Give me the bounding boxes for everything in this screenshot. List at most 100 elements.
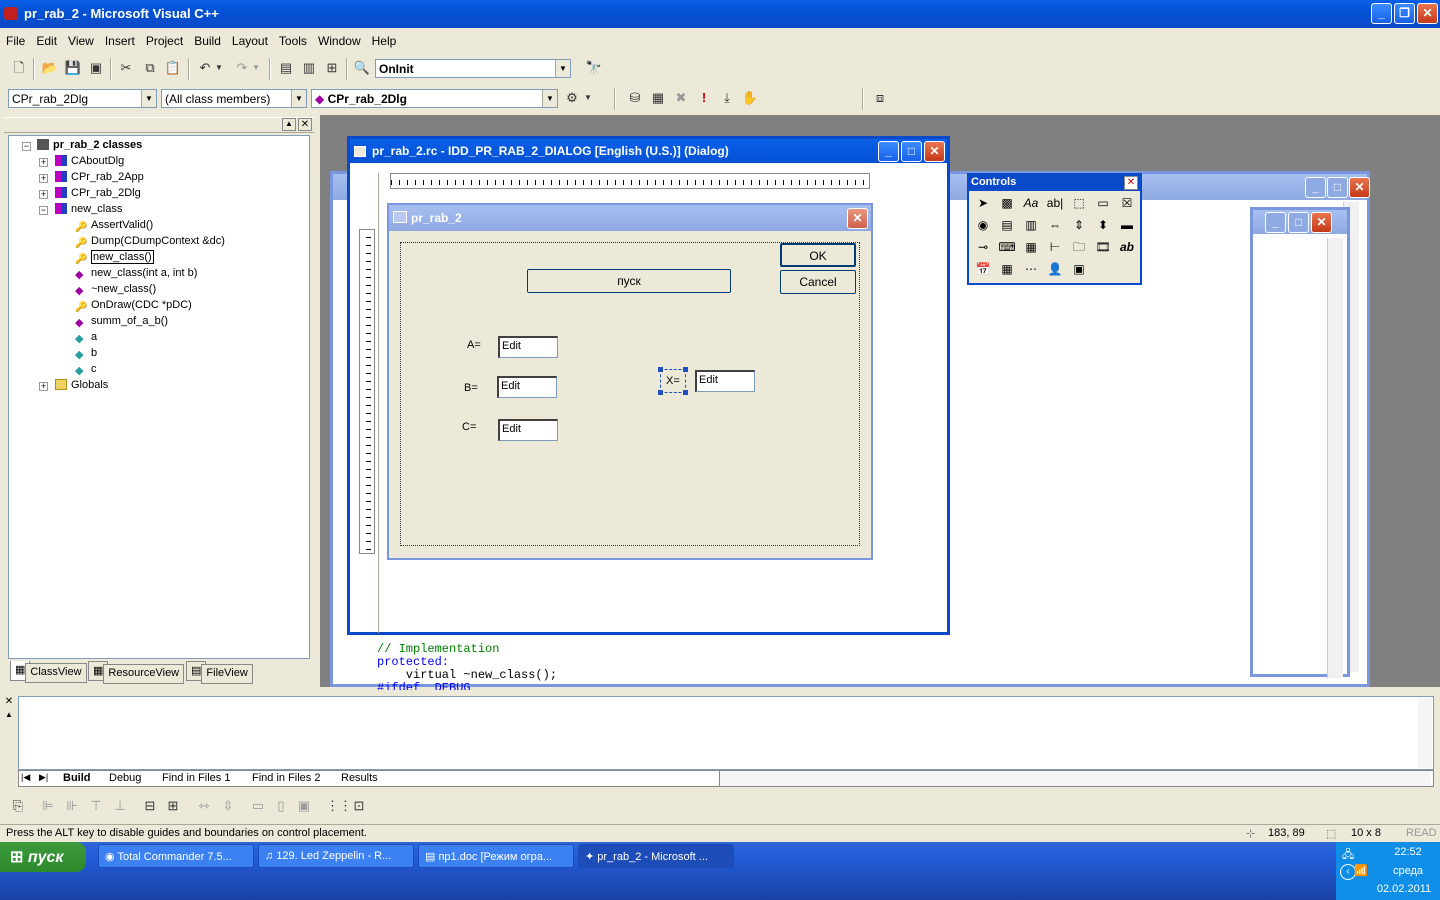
hotkey-icon[interactable]: ⌨ <box>997 237 1017 257</box>
month-calendar-icon[interactable]: ▦ <box>997 259 1017 279</box>
chevron-down-icon[interactable]: ▼ <box>291 90 306 107</box>
restore-button[interactable]: ❐ <box>1394 3 1415 24</box>
new-text-file-icon[interactable]: 🗋 <box>9 58 29 78</box>
chevron-down-icon[interactable]: ▼ <box>555 60 570 77</box>
network-icon[interactable]: 🖧 <box>1342 846 1354 865</box>
start-button[interactable]: ⊞ пуск <box>0 842 86 872</box>
menu-view[interactable]: View <box>62 32 99 48</box>
find-icon[interactable]: 🔭 <box>584 58 604 78</box>
scroll-left-icon[interactable]: |◀ <box>21 772 30 783</box>
designed-dialog-close-icon[interactable]: ✕ <box>847 208 868 229</box>
close-icon[interactable]: ✕ <box>1124 176 1138 190</box>
workspace-grip[interactable] <box>4 117 314 133</box>
go-icon[interactable]: ⤓ <box>717 88 737 108</box>
wizard-action-icon[interactable]: ⚙ <box>562 88 582 108</box>
ok-button[interactable]: OK <box>780 243 856 267</box>
member-combo[interactable]: ◆ CPr_rab_2Dlg ▼ <box>311 89 558 108</box>
output-icon[interactable]: ▥ <box>299 58 319 78</box>
cut-icon[interactable]: ✂ <box>116 58 136 78</box>
ip-address-icon[interactable]: ⋯ <box>1021 259 1041 279</box>
cancel-button[interactable]: Cancel <box>780 270 856 294</box>
tree-item-a[interactable]: ◆ a <box>75 331 97 345</box>
title-bar[interactable]: pr_rab_2 - Microsoft Visual C++ _ ❐ ✕ <box>0 0 1440 28</box>
tab-find-in-files-2[interactable]: Find in Files 2 <box>252 772 320 784</box>
menu-tools[interactable]: Tools <box>273 32 312 48</box>
maximize-button[interactable]: □ <box>901 141 922 162</box>
expand-icon[interactable]: + <box>39 382 48 391</box>
make-same-height-icon[interactable]: ▯ <box>271 796 291 816</box>
extended-combo-icon[interactable]: ▣ <box>1069 259 1089 279</box>
class-combo[interactable]: CPr_rab_2Dlg ▼ <box>8 89 157 108</box>
tab-find-in-files-1[interactable]: Find in Files 1 <box>162 772 230 784</box>
clock-time[interactable]: 22:52 <box>1380 846 1436 858</box>
expand-icon[interactable]: + <box>39 158 48 167</box>
progress-icon[interactable]: ▬ <box>1117 215 1137 235</box>
signal-icon[interactable]: 📶 <box>1354 864 1368 877</box>
pointer-icon[interactable]: ➤ <box>973 193 993 213</box>
space-down-icon[interactable]: ⇳ <box>218 796 238 816</box>
edit-box-icon[interactable]: ab| <box>1045 193 1065 213</box>
expand-icon[interactable]: + <box>39 174 48 183</box>
tree-item-cpr-rab-2dlg[interactable]: CPr_rab_2Dlg <box>55 187 141 199</box>
group-box-icon[interactable]: ⬚ <box>1069 193 1089 213</box>
collapse-icon[interactable]: − <box>39 206 48 215</box>
resource-editor-caption[interactable]: pr_rab_2.rc - IDD_PR_RAB_2_DIALOG [Engli… <box>350 139 947 163</box>
radio-button-icon[interactable]: ◉ <box>973 215 993 235</box>
find-in-files-icon[interactable]: 🔍 <box>352 58 372 78</box>
maximize-button[interactable]: □ <box>1288 212 1309 233</box>
tree-item-cpr-rab-2app[interactable]: CPr_rab_2App <box>55 171 144 183</box>
vertical-ruler[interactable] <box>359 229 375 554</box>
stop-build-icon[interactable]: ✖ <box>671 88 691 108</box>
test-dialog-icon[interactable]: ⎘ <box>8 796 28 816</box>
menu-project[interactable]: Project <box>140 32 188 48</box>
menu-help[interactable]: Help <box>366 32 402 48</box>
tab-control-icon[interactable]: 🗀 <box>1069 237 1089 257</box>
date-time-icon[interactable]: 📅 <box>973 259 993 279</box>
vertical-scrollbar[interactable] <box>1327 238 1343 678</box>
chevron-down-icon[interactable]: ▼ <box>542 90 557 107</box>
controls-palette-caption[interactable]: Controls <box>969 175 1140 191</box>
menu-insert[interactable]: Insert <box>99 32 140 48</box>
menu-layout[interactable]: Layout <box>226 32 273 48</box>
picture-icon[interactable]: ▩ <box>997 193 1017 213</box>
close-button[interactable]: ✕ <box>1349 177 1370 198</box>
maximize-pane-icon[interactable]: ▲ <box>2 710 16 722</box>
tree-item-summ[interactable]: ◆ summ_of_a_b() <box>75 315 168 329</box>
tree-item-destructor[interactable]: ◆ ~new_class() <box>75 283 156 297</box>
minimize-button[interactable]: _ <box>1265 212 1286 233</box>
make-same-size-icon[interactable]: ▣ <box>294 796 314 816</box>
tree-item-new-class-ctor[interactable]: 🔑 new_class() <box>75 250 154 265</box>
build-icon[interactable]: ▦ <box>648 88 668 108</box>
close-button[interactable]: ✕ <box>1417 3 1438 24</box>
tab-classview[interactable]: ▦ ClassView <box>10 661 87 683</box>
tree-item-caboutdlg[interactable]: CAboutDlg <box>55 155 124 167</box>
tree-item-globals[interactable]: Globals <box>55 379 108 391</box>
slider-icon[interactable]: ⊸ <box>973 237 993 257</box>
test-dialog-icon[interactable]: ⧈ <box>870 88 890 108</box>
copy-icon[interactable]: ⧉ <box>140 58 160 78</box>
minimize-button[interactable]: _ <box>1371 3 1392 24</box>
selected-label-x[interactable]: X= <box>658 367 688 395</box>
menu-edit[interactable]: Edit <box>30 32 62 48</box>
tree-item-assertvalid[interactable]: 🔑 AssertValid() <box>75 219 153 233</box>
align-right-icon[interactable]: ⊪ <box>62 796 82 816</box>
output-text-area[interactable] <box>18 696 1434 770</box>
align-left-icon[interactable]: ⊫ <box>38 796 58 816</box>
filter-combo[interactable]: (All class members) ▼ <box>161 89 307 108</box>
minimize-button[interactable]: _ <box>1305 177 1326 198</box>
workspace-icon[interactable]: ▤ <box>276 58 296 78</box>
tree-item-ondraw[interactable]: 🔑 OnDraw(CDC *pDC) <box>75 299 192 313</box>
vertical-scrollbar-icon[interactable]: ⇕ <box>1069 215 1089 235</box>
make-same-width-icon[interactable]: ▭ <box>248 796 268 816</box>
animate-icon[interactable]: 🎞 <box>1093 237 1113 257</box>
tree-item-new-class-ctor-args[interactable]: ◆ new_class(int a, int b) <box>75 267 197 281</box>
chevron-down-icon[interactable]: ▼ <box>141 90 156 107</box>
window-list-icon[interactable]: ⊞ <box>322 58 342 78</box>
maximize-pane-icon[interactable]: ▲ <box>282 118 296 131</box>
tree-root[interactable]: pr_rab_2 classes <box>37 139 142 151</box>
close-pane-icon[interactable]: ✕ <box>298 118 312 131</box>
tab-results[interactable]: Results <box>341 772 378 784</box>
edit-c[interactable]: Edit <box>498 419 558 441</box>
edit-b[interactable]: Edit <box>497 376 557 398</box>
task-led-zeppelin[interactable]: ♫ 129. Led Zeppelin - R... <box>258 844 414 868</box>
